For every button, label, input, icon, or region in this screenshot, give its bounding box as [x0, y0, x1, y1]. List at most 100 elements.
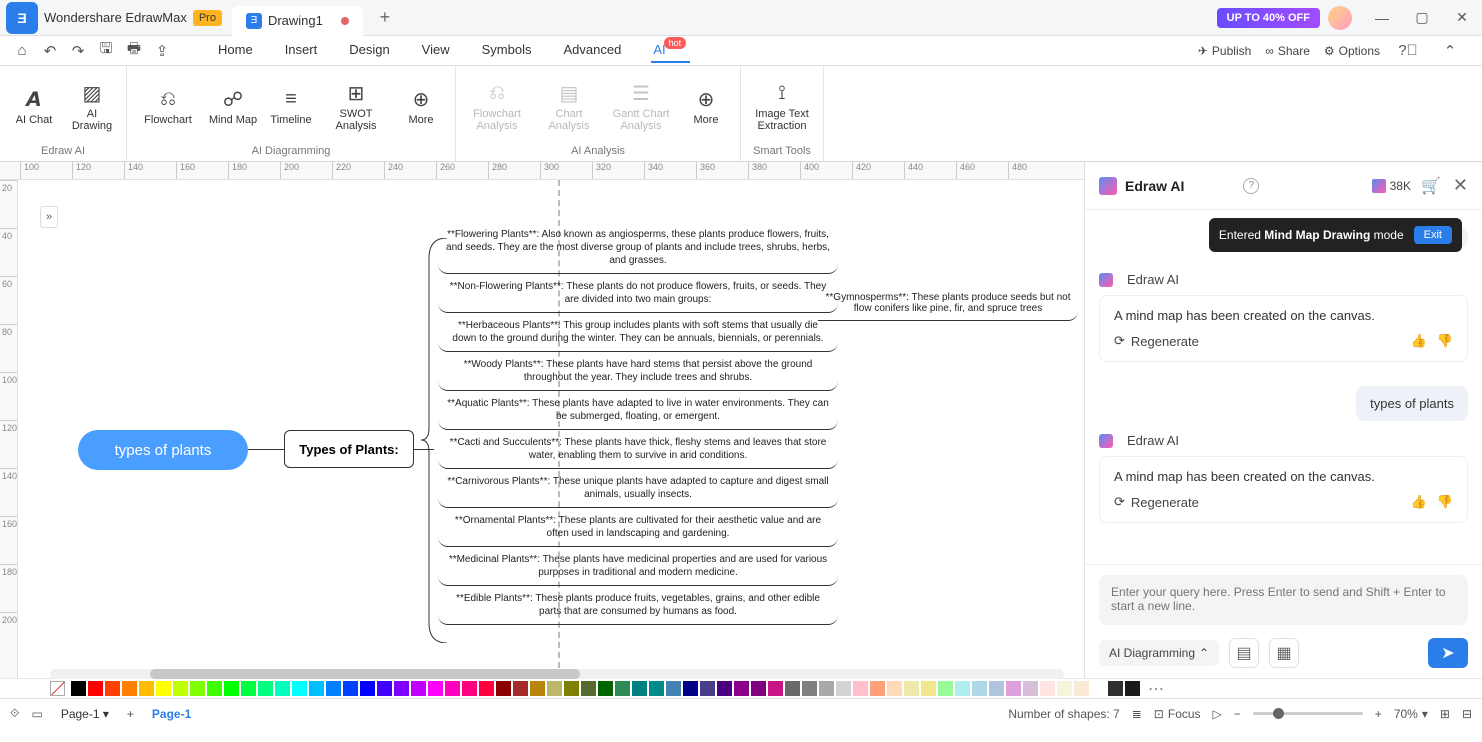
color-swatch[interactable]: [173, 681, 188, 696]
document-tab[interactable]: Ǝ Drawing1: [232, 6, 363, 36]
swot-button[interactable]: ⊞SWOT Analysis: [321, 70, 391, 143]
color-swatch[interactable]: [445, 681, 460, 696]
menu-view[interactable]: View: [420, 38, 452, 63]
menu-symbols[interactable]: Symbols: [480, 38, 534, 63]
collapse-ribbon-icon[interactable]: ⌃: [1436, 37, 1464, 65]
mindmap-branch[interactable]: **Flowering Plants**: Also known as angi…: [438, 222, 838, 274]
help-icon[interactable]: ?⃝: [1394, 37, 1422, 65]
horizontal-scrollbar[interactable]: [50, 669, 1064, 679]
color-swatch[interactable]: [768, 681, 783, 696]
color-swatch[interactable]: [71, 681, 86, 696]
color-swatch[interactable]: [887, 681, 902, 696]
menu-home[interactable]: Home: [216, 38, 255, 63]
color-swatch[interactable]: [207, 681, 222, 696]
color-swatch[interactable]: [139, 681, 154, 696]
color-swatch[interactable]: [105, 681, 120, 696]
home-icon[interactable]: ⌂: [8, 37, 36, 65]
thumbs-up-icon[interactable]: 👍: [1411, 333, 1427, 349]
color-swatch[interactable]: [462, 681, 477, 696]
menu-design[interactable]: Design: [347, 38, 391, 63]
color-swatch[interactable]: [258, 681, 273, 696]
mindmap-sub-branch[interactable]: **Gymnosperms**: These plants produce se…: [818, 286, 1078, 321]
more-diagram-button[interactable]: ⊕More: [393, 70, 449, 143]
user-avatar[interactable]: [1328, 6, 1352, 30]
layers-icon[interactable]: ≣: [1132, 707, 1142, 721]
thumbs-down-icon[interactable]: 👎: [1437, 494, 1453, 510]
color-swatch[interactable]: [88, 681, 103, 696]
focus-button[interactable]: ⊡ Focus: [1154, 707, 1201, 721]
mindmap-branch[interactable]: **Herbaceous Plants**: This group includ…: [438, 313, 838, 352]
scrollbar-thumb[interactable]: [150, 669, 580, 679]
close-button[interactable]: ✕: [1442, 0, 1482, 36]
mindmap-branch[interactable]: **Aquatic Plants**: These plants have ad…: [438, 391, 838, 430]
new-tab-button[interactable]: +: [371, 4, 399, 32]
attachment-icon[interactable]: ▦: [1269, 638, 1299, 668]
color-swatch[interactable]: [122, 681, 137, 696]
ai-drawing-button[interactable]: ▨AI Drawing: [64, 70, 120, 143]
color-swatch[interactable]: [1040, 681, 1055, 696]
mindmap-branch[interactable]: **Medicinal Plants**: These plants have …: [438, 547, 838, 586]
color-swatch[interactable]: [547, 681, 562, 696]
color-swatch[interactable]: [751, 681, 766, 696]
color-swatch[interactable]: [1108, 681, 1123, 696]
mindmap-branch[interactable]: **Ornamental Plants**: These plants are …: [438, 508, 838, 547]
redo-icon[interactable]: ↷: [64, 37, 92, 65]
mindmap-main-node[interactable]: Types of Plants:: [284, 430, 414, 468]
color-swatch[interactable]: [972, 681, 987, 696]
canvas[interactable]: » types of plants Types of Plants: **Flo…: [18, 180, 1084, 678]
help-icon[interactable]: ?: [1243, 178, 1259, 194]
color-swatch[interactable]: [513, 681, 528, 696]
save-icon[interactable]: 🖫: [92, 37, 120, 65]
color-swatch[interactable]: [989, 681, 1004, 696]
color-swatch[interactable]: [241, 681, 256, 696]
ai-query-input[interactable]: [1099, 575, 1468, 625]
color-swatch[interactable]: [1091, 681, 1106, 696]
zoom-slider[interactable]: [1253, 712, 1363, 715]
color-swatch[interactable]: [598, 681, 613, 696]
more-colors-icon[interactable]: ⋯: [1148, 679, 1164, 699]
regenerate-button[interactable]: ⟳Regenerate: [1114, 494, 1199, 510]
menu-insert[interactable]: Insert: [283, 38, 320, 63]
zoom-in-button[interactable]: +: [1375, 707, 1382, 721]
color-swatch[interactable]: [326, 681, 341, 696]
color-swatch[interactable]: [717, 681, 732, 696]
presentation-icon[interactable]: ▷: [1213, 707, 1222, 721]
menu-ai[interactable]: AIhot: [651, 38, 690, 63]
color-swatch[interactable]: [955, 681, 970, 696]
color-swatch[interactable]: [496, 681, 511, 696]
color-swatch[interactable]: [309, 681, 324, 696]
color-swatch[interactable]: [666, 681, 681, 696]
menu-advanced[interactable]: Advanced: [561, 38, 623, 63]
print-icon[interactable]: 🖶: [120, 37, 148, 65]
mindmap-branch[interactable]: **Carnivorous Plants**: These unique pla…: [438, 469, 838, 508]
color-swatch[interactable]: [360, 681, 375, 696]
options-button[interactable]: ⚙Options: [1324, 44, 1380, 58]
eyedropper-icon[interactable]: ⟐: [10, 706, 19, 721]
color-swatch[interactable]: [802, 681, 817, 696]
color-swatch[interactable]: [343, 681, 358, 696]
fit-width-icon[interactable]: ⊟: [1462, 707, 1472, 721]
template-icon[interactable]: ▤: [1229, 638, 1259, 668]
color-swatch[interactable]: [904, 681, 919, 696]
exit-mode-button[interactable]: Exit: [1414, 226, 1452, 244]
color-swatch[interactable]: [819, 681, 834, 696]
mindmap-button[interactable]: ☍Mind Map: [205, 70, 261, 143]
color-swatch[interactable]: [479, 681, 494, 696]
color-swatch[interactable]: [411, 681, 426, 696]
maximize-button[interactable]: ▢: [1402, 0, 1442, 36]
color-swatch[interactable]: [190, 681, 205, 696]
regenerate-button[interactable]: ⟳Regenerate: [1114, 333, 1199, 349]
color-swatch[interactable]: [785, 681, 800, 696]
promo-banner[interactable]: UP TO 40% OFF: [1217, 8, 1320, 28]
timeline-button[interactable]: ≡Timeline: [263, 70, 319, 143]
mindmap-branch[interactable]: **Non-Flowering Plants**: These plants d…: [438, 274, 838, 313]
thumbs-up-icon[interactable]: 👍: [1411, 494, 1427, 510]
color-swatch[interactable]: [292, 681, 307, 696]
color-swatch[interactable]: [921, 681, 936, 696]
color-swatch[interactable]: [649, 681, 664, 696]
image-text-extraction-button[interactable]: ⟟Image Text Extraction: [747, 70, 817, 143]
color-swatch[interactable]: [530, 681, 545, 696]
panel-expand-icon[interactable]: »: [40, 206, 58, 228]
page-tab-menu[interactable]: Page-1 ▾: [55, 705, 115, 723]
color-swatch[interactable]: [394, 681, 409, 696]
